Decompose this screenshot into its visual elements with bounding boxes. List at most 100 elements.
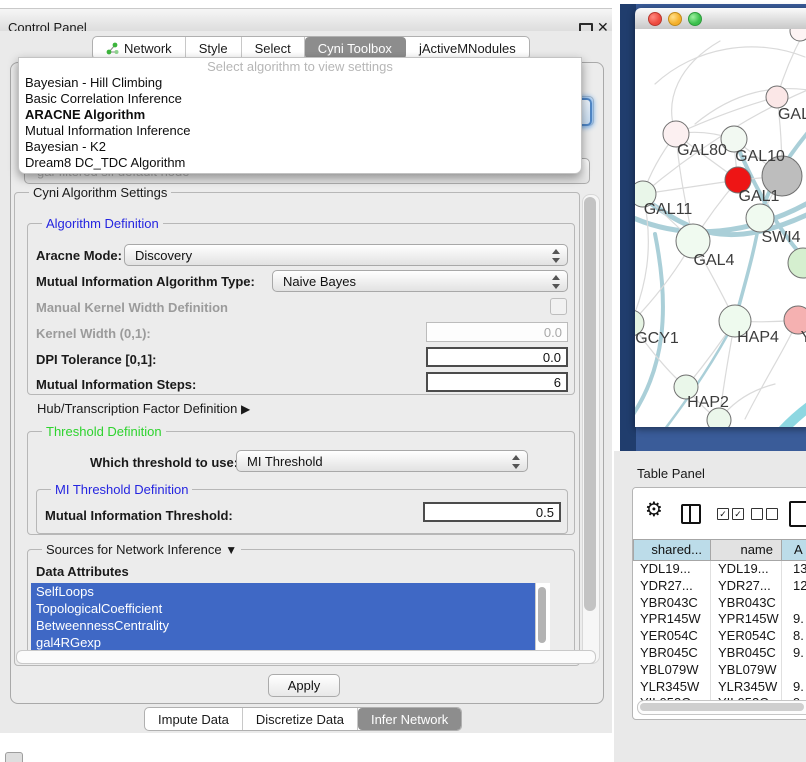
manual-kernel-checkbox[interactable] xyxy=(550,298,567,315)
table-row[interactable]: YLR345WYLR345W9. xyxy=(633,679,806,696)
table-cell: 9. xyxy=(782,679,806,696)
apply-button[interactable]: Apply xyxy=(268,674,340,697)
table-row[interactable]: YBR045CYBR045C9. xyxy=(633,645,806,662)
table-horizontal-scrollbar[interactable] xyxy=(637,700,806,715)
node-table: ⚙ ✓✓ shared...nameA YDL19...YDL19...13YD… xyxy=(632,487,806,720)
node-label: Y xyxy=(801,329,806,346)
attribute-item-selected[interactable]: SelfLoops xyxy=(31,583,547,600)
algorithm-option[interactable]: Bayesian - Hill Climbing xyxy=(19,75,581,91)
node-label: GAL1 xyxy=(739,188,780,205)
tab-label: Infer Network xyxy=(371,712,448,727)
tab-cyni-toolbox[interactable]: Cyni Toolbox xyxy=(305,37,406,59)
tab-network[interactable]: Network xyxy=(93,37,186,59)
network-window-titlebar[interactable] xyxy=(635,8,806,30)
algorithm-option[interactable]: Dream8 DC_TDC Algorithm xyxy=(19,155,581,171)
gear-icon[interactable]: ⚙ xyxy=(645,500,663,520)
node-label: GAL xyxy=(778,106,806,123)
tab-style[interactable]: Style xyxy=(186,37,242,59)
deselect-all-icon[interactable] xyxy=(751,508,778,520)
table-cell: YER054C xyxy=(633,628,711,645)
tab-jactivemnodules[interactable]: jActiveMNodules xyxy=(406,37,529,59)
zoom-traffic-light[interactable] xyxy=(688,12,702,26)
table-cell: YPR145W xyxy=(633,611,711,628)
control-panel-titlebar: Control Panel ✕ xyxy=(0,8,612,33)
column-header-A[interactable]: A xyxy=(782,539,806,561)
node-swi4[interactable] xyxy=(746,204,774,232)
table-cell xyxy=(782,662,806,679)
table-cell: YBL079W xyxy=(711,662,782,679)
aracne-mode-select[interactable]: Discovery xyxy=(124,244,568,266)
mi-threshold-definition-group: MI Threshold Definition Mutual Informati… xyxy=(36,489,568,534)
table-cell: 9. xyxy=(782,611,806,628)
tab-infer-network[interactable]: Infer Network xyxy=(358,708,461,730)
column-browser-icon[interactable] xyxy=(681,504,701,524)
which-threshold-label: Which threshold to use: xyxy=(90,455,238,470)
algorithm-option[interactable]: ARACNE Algorithm xyxy=(19,107,581,123)
mi-algorithm-type-select[interactable]: Naive Bayes xyxy=(272,270,568,292)
app-root: Control Panel ✕ Network StyleSelectCyni T… xyxy=(0,0,806,762)
table-cell: YDR27... xyxy=(711,578,782,595)
table-body: YDL19...YDL19...13YDR27...YDR27...12YBR0… xyxy=(633,561,806,712)
table-row[interactable]: YDL19...YDL19...13 xyxy=(633,561,806,578)
network-edge xyxy=(672,41,720,134)
settings-group-title: Cyni Algorithm Settings xyxy=(29,185,171,200)
node-label: GAL80 xyxy=(677,142,727,159)
kernel-width-label: Kernel Width (0,1): xyxy=(36,326,151,341)
algorithm-definition-title: Algorithm Definition xyxy=(42,216,163,231)
data-attributes-list: SelfLoopsTopologicalCoefficientBetweenne… xyxy=(31,583,547,651)
tab-label: Network xyxy=(124,41,172,56)
attribute-item-selected[interactable]: gal4RGexp xyxy=(31,634,547,651)
which-threshold-select[interactable]: MI Threshold xyxy=(236,450,528,472)
cyni-mode-tabs: Impute DataDiscretize Data Infer Network xyxy=(144,707,462,731)
sources-title[interactable]: Sources for Network Inference ▼ xyxy=(42,542,241,557)
table-row[interactable]: YER054CYER054C8. xyxy=(633,628,806,645)
table-horizontal-scrollbar-thumb[interactable] xyxy=(640,703,804,711)
table-row[interactable]: YBR043CYBR043C xyxy=(633,595,806,612)
table-cell: 9. xyxy=(782,645,806,662)
algorithm-option[interactable]: Basic Correlation Inference xyxy=(19,91,581,107)
table-row[interactable]: YPR145WYPR145W9. xyxy=(633,611,806,628)
algorithm-option[interactable]: Mutual Information Inference xyxy=(19,123,581,139)
tab-select[interactable]: Select xyxy=(242,37,305,59)
node-green-right[interactable] xyxy=(788,248,806,278)
threshold-definition-group: Threshold Definition Which threshold to … xyxy=(27,431,575,535)
table-cell: YLR345W xyxy=(633,679,711,696)
cyni-algorithm-settings-group: Cyni Algorithm Settings Algorithm Defini… xyxy=(14,192,580,666)
new-table-icon[interactable] xyxy=(789,501,806,527)
network-canvas[interactable]: GALGAL80GAL10GAL1GAL11SWI4GAL4GCY1HAP4YH… xyxy=(635,29,806,427)
algorithm-option[interactable]: Bayesian - K2 xyxy=(19,139,581,155)
close-traffic-light[interactable] xyxy=(648,12,662,26)
node-gal-right[interactable] xyxy=(766,86,788,108)
attributes-scrollbar-thumb[interactable] xyxy=(538,587,546,643)
stepper-icon xyxy=(551,275,560,289)
collapse-right-icon: ▶ xyxy=(241,402,250,416)
table-cell: YDR27... xyxy=(633,578,711,595)
network-graph: GALGAL80GAL10GAL1GAL11SWI4GAL4GCY1HAP4YH… xyxy=(635,29,806,427)
kernel-width-input[interactable] xyxy=(426,322,568,342)
desktop-background-shadow xyxy=(620,4,636,451)
network-icon xyxy=(106,42,119,55)
settings-vertical-scrollbar-thumb[interactable] xyxy=(584,197,596,611)
tab-discretize-data[interactable]: Discretize Data xyxy=(243,708,358,730)
table-cell: YBL079W xyxy=(633,662,711,679)
table-toolbar: ⚙ ✓✓ xyxy=(633,488,806,539)
mi-threshold-definition-title: MI Threshold Definition xyxy=(51,482,192,497)
table-cell: 12 xyxy=(782,578,806,595)
mi-threshold-input[interactable] xyxy=(423,502,561,522)
select-all-icon[interactable]: ✓✓ xyxy=(717,508,744,520)
node-label: GAL11 xyxy=(644,201,693,218)
mi-steps-input[interactable] xyxy=(426,372,568,392)
tab-impute-data[interactable]: Impute Data xyxy=(145,708,243,730)
attribute-item-selected[interactable]: BetweennessCentrality xyxy=(31,617,547,634)
attribute-item-selected[interactable]: TopologicalCoefficient xyxy=(31,600,547,617)
table-row[interactable]: YBL079WYBL079W xyxy=(633,662,806,679)
minimize-traffic-light[interactable] xyxy=(668,12,682,26)
dpi-tolerance-input[interactable] xyxy=(426,347,568,367)
table-row[interactable]: YDR27...YDR27...12 xyxy=(633,578,806,595)
minimized-panel-icon[interactable] xyxy=(5,752,23,762)
hub-definition-toggle[interactable]: Hub/Transcription Factor Definition ▶ xyxy=(37,401,250,416)
settings-horizontal-scrollbar[interactable] xyxy=(16,650,596,664)
column-header-name[interactable]: name xyxy=(711,539,782,561)
column-header-shared...[interactable]: shared... xyxy=(633,539,711,561)
node-partial-top[interactable] xyxy=(790,29,806,41)
